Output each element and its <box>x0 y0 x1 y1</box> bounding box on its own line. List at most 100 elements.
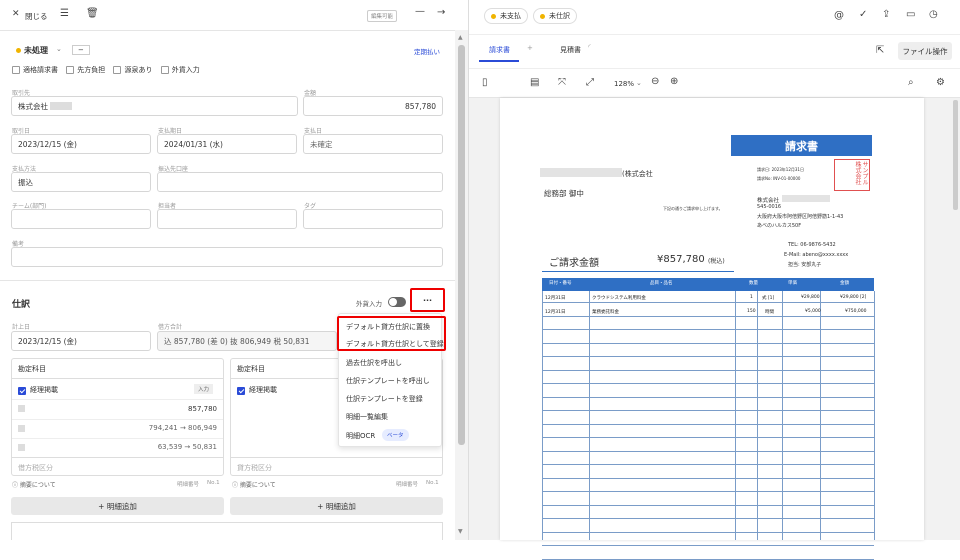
menu-ocr[interactable]: 明細OCR <box>346 431 375 441</box>
checkbox-fx[interactable] <box>160 66 169 74</box>
amount-input[interactable]: 857,780 <box>303 96 443 116</box>
zoom-out-icon[interactable]: ⊖ <box>651 77 659 87</box>
zoom-select[interactable]: 128% <box>614 80 634 88</box>
debit-calc-2[interactable]: 63,539 → 50,831 <box>158 443 217 451</box>
invoice-date: 請求日: 2023年12月31日 <box>757 167 804 172</box>
table-row <box>542 521 874 533</box>
clock-icon[interactable]: ◷ <box>929 10 938 20</box>
method-select[interactable]: 振込 <box>11 172 151 192</box>
arrow-right-icon[interactable]: → <box>437 8 445 18</box>
menu-register-default[interactable]: デフォルト貸方仕訳として登録 <box>346 339 444 349</box>
person-input[interactable] <box>157 209 297 229</box>
status-dot <box>540 13 545 19</box>
debit-calc-1[interactable]: 794,241 → 806,949 <box>149 424 217 432</box>
share-icon[interactable]: ⇪ <box>882 10 890 20</box>
tab-invoice[interactable]: 請求書 <box>489 45 510 55</box>
close-icon[interactable]: ✕ <box>12 10 20 19</box>
note-input[interactable] <box>11 247 443 267</box>
fx-toggle-label: 外貨入力 <box>356 300 382 308</box>
scrollbar-thumb[interactable] <box>458 45 465 445</box>
tax-icon <box>18 405 25 412</box>
checkbox-qualified[interactable] <box>12 66 20 74</box>
checkbox-label: 先方負担 <box>77 66 106 74</box>
more-button[interactable]: ··· <box>410 288 445 312</box>
checkbox-withholding[interactable] <box>113 66 122 74</box>
add-tab-icon[interactable]: + <box>527 44 533 52</box>
left-panel: ✕ 閉じる ☰ 🗑 編集可能 — → 未処理 ⌄ − 定期払い 適格請求書 先方… <box>0 0 455 540</box>
expand-icon[interactable]: ⤢ <box>586 78 594 88</box>
post-date-label: 計上日 <box>12 324 31 331</box>
status-select[interactable]: 未処理 <box>24 45 48 56</box>
sidebar-icon[interactable]: ▯ <box>482 78 488 88</box>
unjournaled-pill[interactable]: 未仕訳 <box>533 8 577 24</box>
menu-replace-default[interactable]: デフォルト貸方仕訳に置換 <box>346 322 430 332</box>
debit-detail-no: No.1 <box>207 480 220 486</box>
credit-tax-select[interactable]: 貸方税区分 <box>237 463 272 473</box>
post-date-value: 2023/12/15 (金) <box>18 336 77 346</box>
add-debit-line-button[interactable]: + 明細追加 <box>11 497 224 515</box>
total-underline <box>542 271 734 272</box>
status-toggle-button[interactable]: − <box>72 45 90 55</box>
minus-icon[interactable]: — <box>415 7 425 17</box>
menu-recall-past[interactable]: 過去仕訳を呼出し <box>346 358 402 368</box>
divider <box>0 30 455 31</box>
partner-input[interactable]: 株式会社 <box>11 96 298 116</box>
divider <box>12 438 223 439</box>
scroll-up-icon[interactable]: ▲ <box>458 34 463 41</box>
paydate-input[interactable]: 未確定 <box>303 134 443 154</box>
at-icon[interactable]: @ <box>834 11 844 21</box>
check-icon[interactable]: ✓ <box>859 10 867 20</box>
debit-tax-select[interactable]: 借方税区分 <box>18 463 53 473</box>
post-date-input[interactable]: 2023/12/15 (金) <box>11 331 151 351</box>
credit-account-checkbox[interactable] <box>237 386 245 395</box>
chevron-down-icon[interactable]: ⌄ <box>56 45 62 53</box>
table-column-line <box>874 291 875 540</box>
fit-icon[interactable]: ⤧ <box>558 78 566 88</box>
checkbox-client-burden[interactable] <box>66 66 75 74</box>
tax-icon <box>18 444 25 451</box>
tag-input[interactable] <box>303 209 443 229</box>
menu-icon[interactable]: ☰ <box>60 9 69 19</box>
issuer-tel: TEL: 06-9876-5432 <box>788 242 836 248</box>
next-section <box>11 522 443 540</box>
credit-detail-no: No.1 <box>426 480 439 486</box>
gear-icon[interactable]: ⚙ <box>936 78 945 88</box>
fx-toggle[interactable] <box>388 297 406 307</box>
tab-bar <box>469 34 960 68</box>
menu-edit-list[interactable]: 明細一覧編集 <box>346 412 388 422</box>
issuer-name: 株式会社 <box>757 198 780 204</box>
total-label: 借方合計 <box>158 324 183 331</box>
comment-icon[interactable]: ▭ <box>906 10 915 20</box>
scroll-down-icon[interactable]: ▼ <box>458 528 463 535</box>
open-external-icon[interactable]: ⇱ <box>876 46 884 56</box>
issuer-address: 大阪府大阪市阿倍野区阿倍野筋1-1-43 <box>757 214 844 220</box>
credit-hint[interactable]: ⓘ 摘要について <box>232 480 276 489</box>
zoom-in-icon[interactable]: ⊕ <box>670 77 678 87</box>
date-input[interactable]: 2023/12/15 (金) <box>11 134 151 154</box>
row2-qty: 150 <box>747 309 756 314</box>
tab-estimate[interactable]: 見積書 <box>560 45 581 55</box>
trash-icon[interactable]: 🗑 <box>86 9 99 19</box>
team-input[interactable] <box>11 209 151 229</box>
unpaid-pill[interactable]: 未支払 <box>484 8 528 24</box>
issuer-zip: 545-0016 <box>757 204 782 210</box>
viewer-scrollbar[interactable] <box>953 100 958 210</box>
regular-pay-link[interactable]: 定期払い <box>414 46 440 56</box>
close-button[interactable]: 閉じる <box>25 11 48 22</box>
debit-hint[interactable]: ⓘ 摘要について <box>12 480 56 489</box>
debit-account-checkbox[interactable] <box>18 386 26 395</box>
account-input[interactable] <box>157 172 443 192</box>
page-icon[interactable]: ▤ <box>530 78 539 88</box>
search-icon[interactable]: ⌕ <box>908 78 914 88</box>
table-row <box>542 399 874 411</box>
file-ops-button[interactable]: ファイル操作 <box>898 42 952 60</box>
debit-amount[interactable]: 857,780 <box>188 405 217 413</box>
table-row <box>542 332 874 344</box>
chevron-down-icon[interactable]: ⌄ <box>636 79 642 87</box>
menu-register-template[interactable]: 仕訳テンプレートを登録 <box>346 394 423 404</box>
due-input[interactable]: 2024/01/31 (水) <box>157 134 297 154</box>
input-badge[interactable]: 入力 <box>194 384 214 394</box>
add-credit-line-button[interactable]: + 明細追加 <box>230 497 443 515</box>
menu-recall-template[interactable]: 仕訳テンプレートを呼出し <box>346 376 430 386</box>
table-row <box>542 426 874 438</box>
